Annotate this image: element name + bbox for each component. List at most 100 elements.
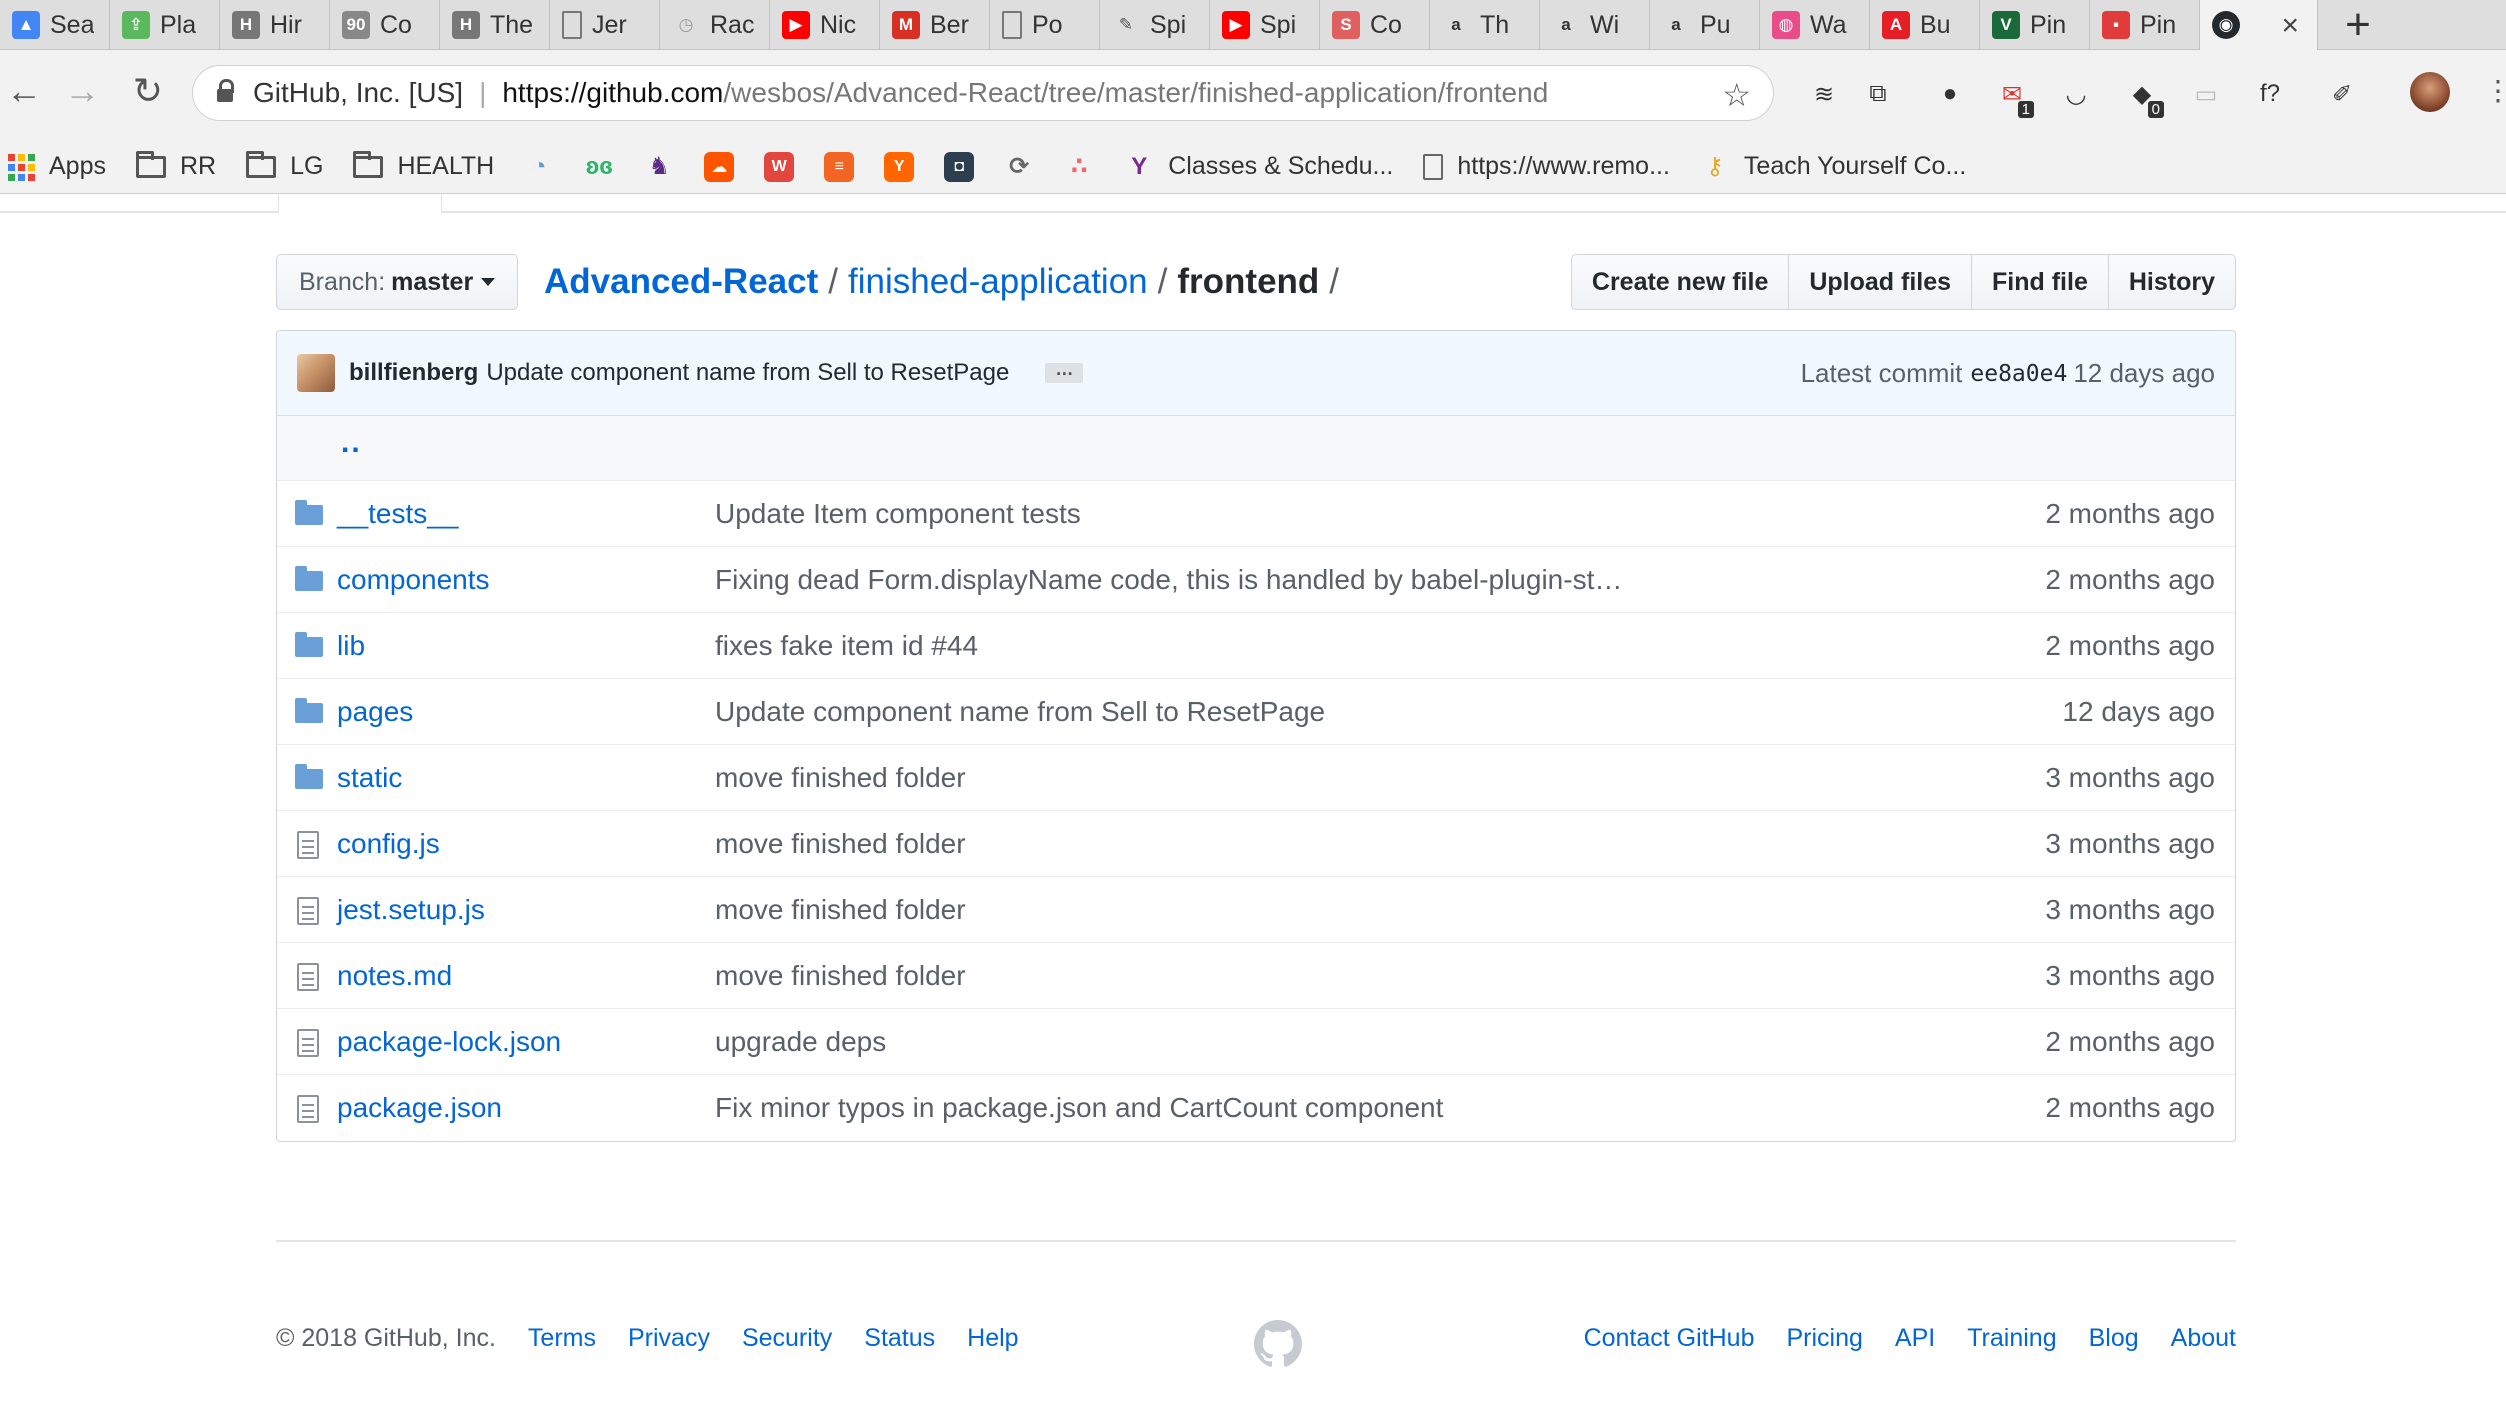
commit-message-link[interactable]: Fix minor typos in package.json and Cart… <box>715 1092 1443 1124</box>
browser-tab[interactable]: ▪ Pin <box>2090 0 2200 50</box>
browser-tab-active[interactable]: ◉ × <box>2200 0 2318 50</box>
bookmark-item[interactable]: https://www.remo... <box>1423 152 1670 181</box>
browser-tab[interactable]: a Wi <box>1540 0 1650 50</box>
footer-link-security[interactable]: Security <box>742 1324 832 1353</box>
layers-icon[interactable]: ≋ <box>1808 78 1840 110</box>
browser-tab[interactable]: 90 Co <box>330 0 440 50</box>
commit-message-link[interactable]: Fixing dead Form.displayName code, this … <box>715 564 1622 596</box>
commit-message-link[interactable]: Update component name from Sell to Reset… <box>486 359 1009 387</box>
history-button[interactable]: History <box>2109 255 2235 309</box>
browser-tab[interactable]: H The <box>440 0 550 50</box>
file-name-link[interactable]: __tests__ <box>337 498 458 530</box>
bulb-icon[interactable]: ● <box>1934 78 1966 110</box>
bookmark-item[interactable]: ◘ <box>944 151 975 182</box>
file-name-link[interactable]: jest.setup.js <box>337 894 485 926</box>
commit-message-link[interactable]: move finished folder <box>715 894 966 926</box>
browser-tab[interactable]: a Pu <box>1650 0 1760 50</box>
bookmark-item[interactable]: ☁ <box>704 151 735 182</box>
commit-author-link[interactable]: billfienberg <box>349 359 478 387</box>
bookmark-item[interactable]: HEALTH <box>353 150 494 181</box>
footer-link-privacy[interactable]: Privacy <box>628 1324 710 1353</box>
profile-avatar[interactable] <box>2410 72 2450 112</box>
commit-message-link[interactable]: move finished folder <box>715 762 966 794</box>
eyedropper-icon[interactable]: ✐ <box>2326 78 2358 110</box>
pocket-icon[interactable]: ◡ <box>2060 78 2092 110</box>
browser-tab[interactable]: M Ber <box>880 0 990 50</box>
bookmark-item[interactable]: ⟳ <box>1004 152 1034 182</box>
browser-tab[interactable]: A Bu <box>1870 0 1980 50</box>
site-identity[interactable]: GitHub, Inc. [US] <box>253 77 463 109</box>
browser-tab[interactable]: H Hir <box>220 0 330 50</box>
menu-kebab-icon[interactable]: ⋮ <box>2484 74 2506 107</box>
create-new-file-button[interactable]: Create new file <box>1572 255 1790 309</box>
footer-link-about[interactable]: About <box>2171 1324 2236 1353</box>
breadcrumb-folder-link[interactable]: finished-application <box>848 262 1148 302</box>
commit-message-link[interactable]: upgrade deps <box>715 1026 886 1058</box>
footer-link-help[interactable]: Help <box>967 1324 1018 1353</box>
footer-link-pricing[interactable]: Pricing <box>1786 1324 1862 1353</box>
new-tab-icon[interactable]: + <box>2318 0 2398 50</box>
bookmark-item[interactable]: RR <box>135 150 216 181</box>
browser-tab[interactable]: ▶ Nic <box>770 0 880 50</box>
footer-link-terms[interactable]: Terms <box>528 1324 596 1353</box>
forward-icon[interactable]: → <box>62 70 102 111</box>
file-name-link[interactable]: static <box>337 762 402 794</box>
close-tab-icon[interactable]: × <box>2281 9 2299 43</box>
parent-dir-link[interactable]: .. <box>341 426 362 460</box>
fx-icon[interactable]: f? <box>2254 78 2286 110</box>
footer-link-blog[interactable]: Blog <box>2089 1324 2139 1353</box>
bookmark-item[interactable]: Apps <box>8 152 106 181</box>
bookmark-item[interactable]: Y Classes & Schedu... <box>1124 152 1393 182</box>
branch-select-button[interactable]: Branch: master <box>276 254 519 310</box>
browser-tab[interactable]: ⇪ Pla <box>110 0 220 50</box>
bookmark-item[interactable]: ♞ <box>644 152 674 182</box>
bookmark-item[interactable]: ≡ <box>824 151 855 182</box>
file-name-link[interactable]: package.json <box>337 1092 502 1124</box>
browser-tab[interactable]: ▶ Spi <box>1210 0 1320 50</box>
footer-link-api[interactable]: API <box>1895 1324 1935 1353</box>
browser-tab[interactable]: ▲ Sea <box>0 0 110 50</box>
bookmark-item[interactable]: ∴ <box>1064 152 1094 182</box>
file-name-link[interactable]: pages <box>337 696 413 728</box>
mail-icon[interactable]: ✉ 1 <box>1996 78 2034 118</box>
upload-files-button[interactable]: Upload files <box>1789 255 1973 309</box>
address-bar[interactable]: GitHub, Inc. [US] | https://github.com/w… <box>192 65 1774 121</box>
bookmark-item[interactable]: ⚷ Teach Yourself Co... <box>1700 152 1966 182</box>
author-avatar[interactable] <box>297 354 335 392</box>
commit-message-link[interactable]: Update Item component tests <box>715 498 1081 530</box>
browser-tab[interactable]: a Th <box>1430 0 1540 50</box>
file-name-link[interactable]: lib <box>337 630 365 662</box>
footer-link-contact-github[interactable]: Contact GitHub <box>1584 1324 1755 1353</box>
commit-sha-link[interactable]: ee8a0e4 <box>1970 361 2067 387</box>
browser-tab[interactable]: Jer <box>550 0 660 50</box>
find-file-button[interactable]: Find file <box>1972 255 2109 309</box>
reload-icon[interactable]: ↻ <box>128 70 168 111</box>
file-name-link[interactable]: config.js <box>337 828 440 860</box>
bookmark-item[interactable]: ʚɞ <box>584 152 614 182</box>
footer-link-training[interactable]: Training <box>1967 1324 2056 1353</box>
commit-message-link[interactable]: fixes fake item id #44 <box>715 630 978 662</box>
back-icon[interactable]: ← <box>4 70 44 111</box>
bookmark-star-icon[interactable]: ☆ <box>1722 76 1751 114</box>
bookmark-item[interactable]: LG <box>246 150 323 181</box>
toggle-icon[interactable]: ▭ <box>2190 78 2222 110</box>
commit-message-link[interactable]: move finished folder <box>715 960 966 992</box>
expand-commit-ellipsis[interactable]: … <box>1045 360 1084 383</box>
file-name-link[interactable]: components <box>337 564 490 596</box>
file-name-link[interactable]: notes.md <box>337 960 452 992</box>
bookmark-item[interactable]: ◔ <box>524 152 554 182</box>
footer-link-status[interactable]: Status <box>864 1324 935 1353</box>
browser-tab[interactable]: V Pin <box>1980 0 2090 50</box>
shield-icon[interactable]: ◆ 0 <box>2126 78 2164 118</box>
commit-message-link[interactable]: move finished folder <box>715 828 966 860</box>
puzzle-icon[interactable]: ⧉ <box>1862 78 1894 110</box>
github-mark-icon[interactable] <box>1254 1320 1302 1368</box>
browser-tab[interactable]: Po <box>990 0 1100 50</box>
file-name-link[interactable]: package-lock.json <box>337 1026 561 1058</box>
browser-tab[interactable]: ✎ Spi <box>1100 0 1210 50</box>
bookmark-item[interactable]: W <box>764 151 795 182</box>
browser-tab[interactable]: ◷ Rac <box>660 0 770 50</box>
commit-message-link[interactable]: Update component name from Sell to Reset… <box>715 696 1325 728</box>
breadcrumb-repo-link[interactable]: Advanced-React <box>544 262 818 302</box>
browser-tab[interactable]: ◍ Wa <box>1760 0 1870 50</box>
